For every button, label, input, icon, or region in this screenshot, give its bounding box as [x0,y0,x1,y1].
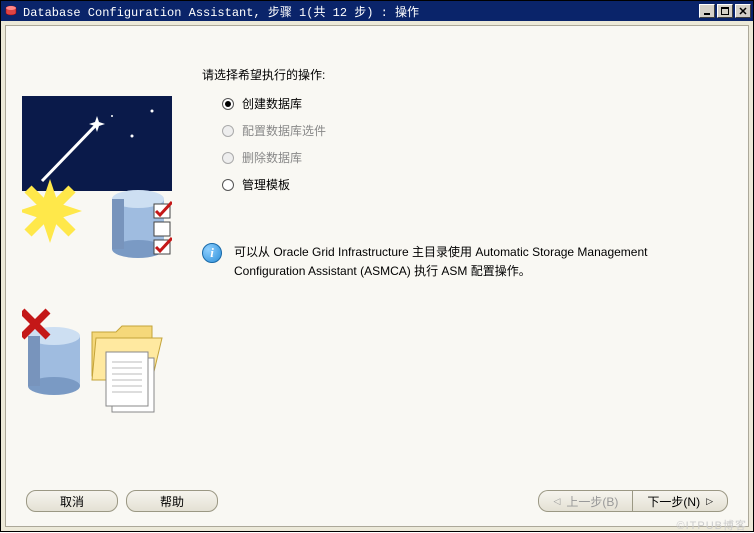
button-label: 下一步(N) [647,493,700,510]
operation-radio-group: 创建数据库 配置数据库选件 删除数据库 管理模板 [222,95,728,193]
radio-label: 创建数据库 [242,95,302,112]
radio-label: 管理模板 [242,176,290,193]
radio-icon [222,152,234,164]
info-text: 可以从 Oracle Grid Infrastructure 主目录使用 Aut… [234,243,728,281]
help-button[interactable]: 帮助 [126,490,218,512]
options-area: 请选择希望执行的操作: 创建数据库 配置数据库选件 删除数据库 [202,66,728,281]
window-controls [699,4,751,18]
radio-icon [222,98,234,110]
button-label: 上一步(B) [566,493,618,510]
wizard-button-bar: 取消 帮助 ◁ 上一步(B) 下一步(N) ▷ [6,490,748,512]
radio-icon [222,125,234,137]
radio-label: 删除数据库 [242,149,302,166]
close-button[interactable] [735,4,751,18]
wizard-illustration [22,96,172,426]
watermark: ©ITPUB博客 [677,517,748,533]
radio-icon [222,179,234,191]
titlebar: Database Configuration Assistant, 步骤 1(共… [1,1,753,21]
content-area: 请选择希望执行的操作: 创建数据库 配置数据库选件 删除数据库 [1,21,753,531]
button-label: 帮助 [160,493,184,510]
chevron-right-icon: ▷ [706,496,713,507]
app-icon [3,3,19,19]
info-message: i 可以从 Oracle Grid Infrastructure 主目录使用 A… [202,243,728,281]
info-icon: i [202,243,222,263]
radio-delete-database: 删除数据库 [222,149,728,166]
cancel-button[interactable]: 取消 [26,490,118,512]
maximize-button[interactable] [717,4,733,18]
button-label: 取消 [60,493,84,510]
nav-button-group: ◁ 上一步(B) 下一步(N) ▷ [538,490,728,512]
radio-create-database[interactable]: 创建数据库 [222,95,728,112]
minimize-button[interactable] [699,4,715,18]
radio-manage-templates[interactable]: 管理模板 [222,176,728,193]
radio-label: 配置数据库选件 [242,122,326,139]
chevron-left-icon: ◁ [553,496,560,507]
dbca-window: Database Configuration Assistant, 步骤 1(共… [0,0,754,532]
prompt-label: 请选择希望执行的操作: [202,66,728,83]
back-button: ◁ 上一步(B) [538,490,632,512]
next-button[interactable]: 下一步(N) ▷ [632,490,728,512]
wizard-panel: 请选择希望执行的操作: 创建数据库 配置数据库选件 删除数据库 [5,25,749,527]
radio-configure-options: 配置数据库选件 [222,122,728,139]
window-title: Database Configuration Assistant, 步骤 1(共… [23,3,699,20]
